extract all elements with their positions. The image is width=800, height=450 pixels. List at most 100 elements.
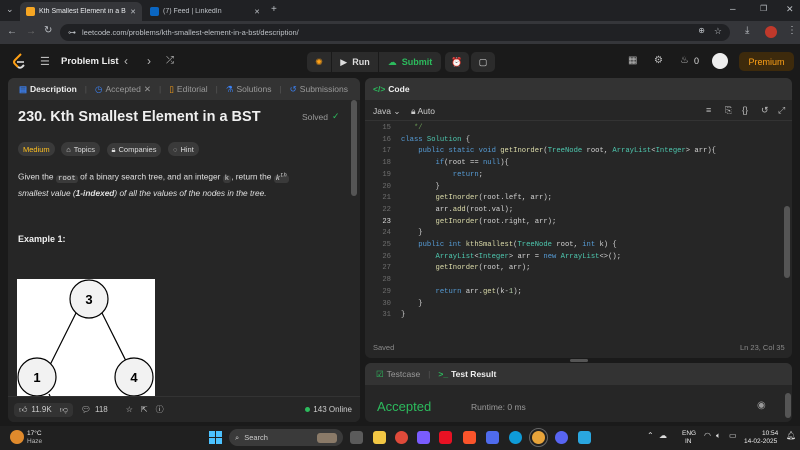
topics-chip[interactable]: ⌂ Topics — [61, 142, 100, 156]
clock-time[interactable]: 10:54 — [762, 430, 778, 437]
code-line[interactable]: 27 getInorder(root, arr); — [365, 263, 792, 275]
code-line[interactable]: 19 return; — [365, 170, 792, 182]
bookmark-icon[interactable]: ⎘ — [725, 105, 732, 116]
tab-description[interactable]: ▤ Description — [16, 84, 80, 95]
eye-icon[interactable]: ◉ — [757, 400, 766, 411]
help-icon[interactable]: ⓘ — [156, 404, 164, 415]
zoom-icon[interactable]: ⊕ — [698, 26, 705, 35]
download-icon[interactable]: ⤓ — [745, 26, 749, 36]
close-tab-icon[interactable]: ✕ — [144, 84, 151, 95]
share-icon[interactable]: ⇱ — [141, 405, 148, 414]
code-line[interactable]: 31} — [365, 310, 792, 322]
discord-icon[interactable] — [555, 431, 568, 444]
hint-chip[interactable]: ◌ Hint — [167, 142, 199, 156]
tab-accepted[interactable]: ◷ Accepted ✕ — [92, 84, 154, 95]
notification-bell-icon[interactable]: 🔔︎ — [786, 431, 796, 440]
code-editor[interactable]: 15 */16 class Solution {17 public static … — [365, 123, 792, 338]
brave-icon[interactable] — [463, 431, 476, 444]
problem-list-icon[interactable]: ☰ — [40, 55, 50, 68]
language-indicator[interactable]: ENG — [682, 430, 696, 437]
volume-icon[interactable]: 🔈︎ — [716, 431, 721, 441]
star-icon[interactable]: ☆ — [126, 405, 133, 414]
tab-search-icon[interactable]: ⌄ — [6, 5, 14, 14]
leetcode-logo-icon[interactable] — [12, 53, 26, 69]
code-line[interactable]: 28 — [365, 275, 792, 287]
code-line[interactable]: 25 public int kthSmallest(TreeNode root,… — [365, 240, 792, 252]
run-button[interactable]: ▶ Run — [332, 52, 378, 72]
file-explorer-icon[interactable] — [373, 431, 386, 444]
tab-testcase[interactable]: ☑ Testcase — [373, 369, 423, 380]
copilot-icon[interactable] — [417, 431, 430, 444]
code-line[interactable]: 16 class Solution { — [365, 135, 792, 147]
fullscreen-icon[interactable]: ⤢ — [778, 105, 785, 116]
user-avatar[interactable] — [712, 53, 728, 69]
notes-button[interactable]: ▢ — [471, 52, 495, 72]
url-input[interactable]: ⊶ leetcode.com/problems/kth-smallest-ele… — [60, 24, 730, 41]
code-line[interactable]: 24 } — [365, 228, 792, 240]
tab-editorial[interactable]: ▯ Editorial — [166, 84, 210, 95]
comment-icon[interactable]: 💬︎ — [81, 405, 91, 414]
back-icon[interactable]: ← — [7, 27, 17, 37]
chrome-active-icon[interactable] — [529, 428, 548, 447]
chrome-icon[interactable] — [395, 431, 408, 444]
window-close-icon[interactable]: ✕ — [786, 5, 794, 14]
close-tab-icon[interactable]: ✕ — [130, 8, 136, 16]
layout-icon[interactable]: ▦ — [628, 55, 637, 66]
edge-icon[interactable] — [509, 431, 522, 444]
browser-tab-leetcode[interactable]: Kth Smallest Element in a BST ✕ — [20, 2, 142, 21]
format-icon[interactable]: ≡ — [706, 105, 711, 115]
bookmark-star-icon[interactable]: ☆ — [714, 26, 722, 37]
thumbs-up-icon[interactable]: 👍︎ — [19, 405, 27, 415]
debug-button[interactable]: ✺ — [307, 52, 331, 72]
chrome-menu-icon[interactable]: ⋮ — [787, 26, 797, 36]
streak-flame-icon[interactable]: ♨ — [680, 55, 689, 66]
code-line[interactable]: 17 public static void getInorder(TreeNod… — [365, 146, 792, 158]
autocomplete-toggle[interactable]: 🔒︎ Auto — [411, 106, 435, 117]
editor-scrollbar[interactable] — [784, 206, 790, 278]
code-line[interactable]: 15 */ — [365, 123, 792, 135]
app-icon[interactable] — [486, 431, 499, 444]
office-icon[interactable] — [439, 431, 452, 444]
braces-icon[interactable]: {} — [742, 105, 748, 115]
battery-icon[interactable]: ▭ — [729, 431, 737, 440]
tab-solutions[interactable]: ⚗ Solutions — [223, 84, 275, 95]
code-line[interactable]: 30 } — [365, 299, 792, 311]
code-line[interactable]: 18 if(root == null){ — [365, 158, 792, 170]
submit-button[interactable]: ☁ Submit — [379, 52, 441, 72]
panel-resize-handle[interactable] — [570, 359, 588, 362]
random-problem-icon[interactable]: ⤮ — [166, 55, 174, 66]
minimize-icon[interactable]: – — [730, 5, 736, 15]
code-line[interactable]: 29 return arr.get(k-1); — [365, 287, 792, 299]
reset-icon[interactable]: ↺ — [761, 105, 769, 116]
problem-list-link[interactable]: Problem List — [61, 56, 119, 67]
thumbs-down-icon[interactable]: 👎︎ — [60, 405, 68, 415]
task-view-icon[interactable] — [350, 431, 363, 444]
code-line[interactable]: 21 getInorder(root.left, arr); — [365, 193, 792, 205]
onedrive-icon[interactable]: ☁ — [659, 431, 667, 440]
maximize-icon[interactable]: ❐ — [760, 5, 767, 13]
code-line[interactable]: 20 } — [365, 182, 792, 194]
companies-chip[interactable]: 🔒︎ Companies — [106, 142, 162, 157]
close-tab-icon[interactable]: ✕ — [254, 8, 260, 16]
weather-icon[interactable] — [10, 430, 24, 444]
premium-button[interactable]: Premium — [739, 52, 794, 71]
tab-submissions[interactable]: ↺ Submissions — [287, 84, 351, 95]
timer-button[interactable]: ⏰ — [445, 52, 469, 72]
code-line[interactable]: 26 ArrayList<Integer> arr = new ArrayLis… — [365, 252, 792, 264]
prev-problem-icon[interactable]: ‹ — [124, 54, 128, 68]
next-problem-icon[interactable]: › — [147, 54, 151, 68]
result-scrollbar[interactable] — [785, 393, 791, 418]
description-scrollbar[interactable] — [351, 100, 357, 196]
site-info-icon[interactable]: ⊶ — [68, 28, 76, 37]
wifi-icon[interactable]: ◠ — [704, 431, 711, 440]
windows-start-icon[interactable] — [209, 431, 222, 444]
code-line[interactable]: 22 arr.add(root.val); — [365, 205, 792, 217]
forward-icon[interactable]: → — [26, 27, 36, 37]
browser-tab-linkedin[interactable]: (7) Feed | LinkedIn ✕ — [144, 2, 266, 21]
tab-test-result[interactable]: >_ Test Result — [435, 369, 499, 379]
new-tab-icon[interactable]: + — [271, 5, 277, 15]
code-line[interactable]: 23 getInorder(root.right, arr); — [365, 217, 792, 229]
chevron-up-icon[interactable]: ⌃ — [647, 431, 654, 440]
paint-icon[interactable] — [578, 431, 591, 444]
settings-gear-icon[interactable]: ⚙ — [654, 55, 663, 66]
